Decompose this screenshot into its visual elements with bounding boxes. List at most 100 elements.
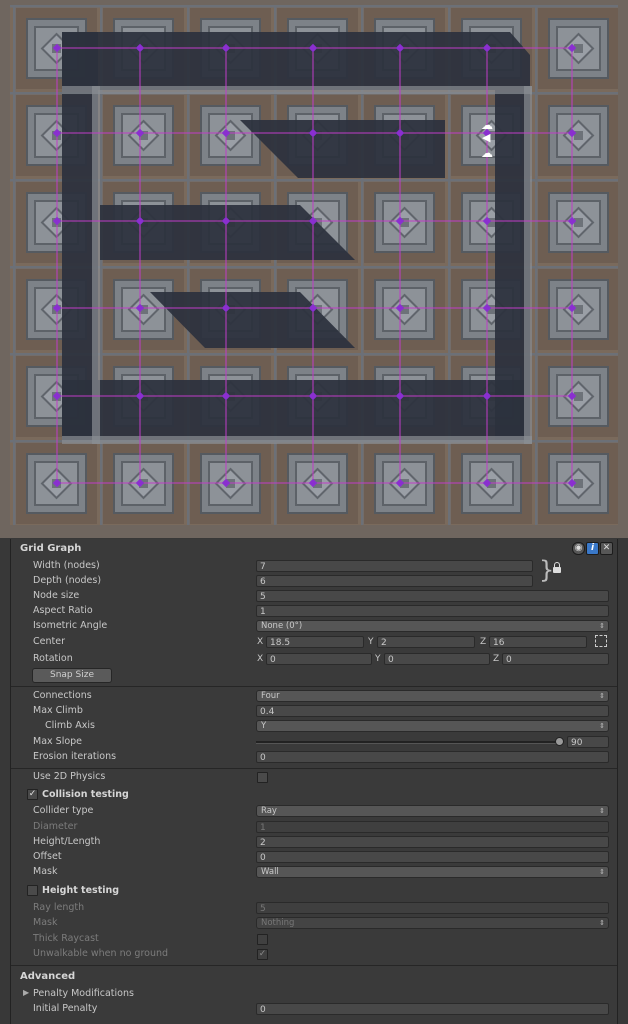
offset-field[interactable]: 0	[256, 851, 609, 863]
updown-icon: ⇕	[599, 692, 605, 700]
divider	[11, 768, 617, 769]
collider-row: Collider type Ray ⇕	[11, 804, 617, 819]
connections-dropdown[interactable]: Four ⇕	[256, 690, 609, 702]
ray-length-row: Ray length 5	[11, 901, 617, 916]
info-icon[interactable]: i	[586, 542, 599, 555]
center-z-field[interactable]: 16	[489, 636, 587, 648]
divider	[11, 965, 617, 966]
initial-penalty-field[interactable]: 0	[256, 1003, 609, 1015]
connections-label: Connections	[33, 690, 92, 701]
height-testing-checkbox[interactable]	[27, 885, 38, 896]
grid-graph-inspector: Grid Graph ◉ i ✕ Width (nodes) 7 Depth (…	[10, 539, 618, 1024]
climb-axis-row: Climb Axis Y ⇕	[11, 719, 617, 734]
collider-value: Ray	[261, 806, 277, 816]
collider-label: Collider type	[33, 805, 94, 816]
max-climb-field[interactable]: 0.4	[256, 705, 609, 717]
walkway-bar	[524, 86, 532, 444]
center-label: Center	[33, 636, 65, 647]
bird-gizmo-icon[interactable]: ☁	[481, 118, 493, 132]
max-climb-row: Max Climb 0.4	[11, 704, 617, 719]
updown-icon: ⇕	[599, 868, 605, 876]
cloud-gizmo-icon[interactable]: ☁	[481, 146, 493, 160]
height-length-row: Height/Length 2	[11, 835, 617, 850]
collision-label: Collision testing	[42, 789, 129, 800]
unwalkable-row: Unwalkable when no ground ✓	[11, 947, 617, 962]
panel-title: Grid Graph	[20, 543, 82, 554]
expand-arrow-icon[interactable]: ▶	[23, 988, 29, 997]
height-testing-label: Height testing	[42, 885, 120, 896]
width-field[interactable]: 7	[256, 560, 533, 572]
node-size-field[interactable]: 5	[256, 590, 609, 602]
node-size-label: Node size	[33, 590, 80, 601]
pivot-icon[interactable]	[595, 635, 607, 647]
height-length-label: Height/Length	[33, 836, 101, 847]
height-testing-row: Height testing	[11, 884, 617, 899]
walkway-bar	[62, 436, 532, 444]
aspect-field[interactable]: 1	[256, 605, 609, 617]
width-label: Width (nodes)	[33, 560, 100, 571]
erosion-row: Erosion iterations 0	[11, 750, 617, 765]
ray-length-field[interactable]: 5	[256, 902, 609, 914]
diameter-field[interactable]: 1	[256, 821, 609, 833]
updown-icon: ⇕	[599, 807, 605, 815]
center-x-field[interactable]: 18.5	[266, 636, 364, 648]
connections-row: Connections Four ⇕	[11, 689, 617, 704]
snap-size-button[interactable]: Snap Size	[32, 668, 112, 683]
unwalkable-label: Unwalkable when no ground	[33, 948, 169, 959]
iso-row: Isometric Angle None (0°) ⇕	[11, 619, 617, 634]
rotation-y-label: Y	[375, 654, 381, 664]
advanced-header: Advanced	[20, 971, 76, 982]
rotation-y-field[interactable]: 0	[384, 653, 490, 665]
erosion-field[interactable]: 0	[256, 751, 609, 763]
mask-label: Mask	[33, 866, 58, 877]
link-brace: }	[539, 556, 555, 584]
aspect-row: Aspect Ratio 1	[11, 604, 617, 619]
penalty-mod-row[interactable]: ▶ Penalty Modifications	[11, 987, 617, 1002]
thick-checkbox[interactable]	[257, 934, 268, 945]
rotation-label: Rotation	[33, 653, 73, 664]
collision-checkbox[interactable]: ✓	[27, 789, 38, 800]
connections-value: Four	[261, 691, 280, 701]
iso-dropdown[interactable]: None (0°) ⇕	[256, 620, 609, 632]
rotation-x-label: X	[257, 654, 264, 664]
width-row: Width (nodes) 7	[11, 559, 617, 574]
mask-dropdown[interactable]: Wall ⇕	[256, 866, 609, 878]
climb-axis-label: Climb Axis	[45, 720, 95, 731]
iso-value: None (0°)	[261, 621, 303, 631]
erosion-label: Erosion iterations	[33, 751, 117, 762]
rotation-z-field[interactable]: 0	[502, 653, 609, 665]
max-slope-track[interactable]	[256, 741, 560, 744]
collider-dropdown[interactable]: Ray ⇕	[256, 805, 609, 817]
scene-canvas[interactable]: ☁ ◀ ☁	[0, 0, 628, 538]
height-length-field[interactable]: 2	[256, 836, 609, 848]
depth-label: Depth (nodes)	[33, 575, 102, 586]
depth-field[interactable]: 6	[256, 575, 533, 587]
use2d-label: Use 2D Physics	[33, 771, 106, 782]
max-slope-label: Max Slope	[33, 736, 83, 747]
iso-label: Isometric Angle	[33, 620, 108, 631]
center-y-field[interactable]: 2	[377, 636, 475, 648]
node-size-row: Node size 5	[11, 589, 617, 604]
mask2-dropdown[interactable]: Nothing ⇕	[256, 917, 609, 929]
rotation-x-field[interactable]: 0	[266, 653, 372, 665]
walkway-bar	[62, 86, 532, 94]
unwalkable-checkbox[interactable]: ✓	[257, 949, 268, 960]
max-slope-field[interactable]: 90	[567, 736, 609, 748]
speaker-gizmo-icon[interactable]: ◀	[482, 131, 491, 144]
wall-segment	[62, 32, 530, 90]
climb-axis-dropdown[interactable]: Y ⇕	[256, 720, 609, 732]
eye-icon[interactable]: ◉	[572, 542, 585, 555]
center-row: Center X 18.5 Y 2 Z 16	[11, 635, 617, 650]
center-z-label: Z	[480, 637, 487, 647]
diameter-row: Diameter 1	[11, 820, 617, 835]
scene-view[interactable]: ☁ ◀ ☁	[0, 0, 628, 538]
use2d-row: Use 2D Physics	[11, 770, 617, 785]
ray-length-label: Ray length	[33, 902, 85, 913]
max-slope-thumb[interactable]	[555, 737, 564, 746]
collision-row: ✓ Collision testing	[11, 788, 617, 803]
diameter-label: Diameter	[33, 821, 78, 832]
close-icon[interactable]: ✕	[600, 542, 613, 555]
offset-label: Offset	[33, 851, 62, 862]
use2d-checkbox[interactable]	[257, 772, 268, 783]
climb-axis-value: Y	[261, 721, 267, 731]
